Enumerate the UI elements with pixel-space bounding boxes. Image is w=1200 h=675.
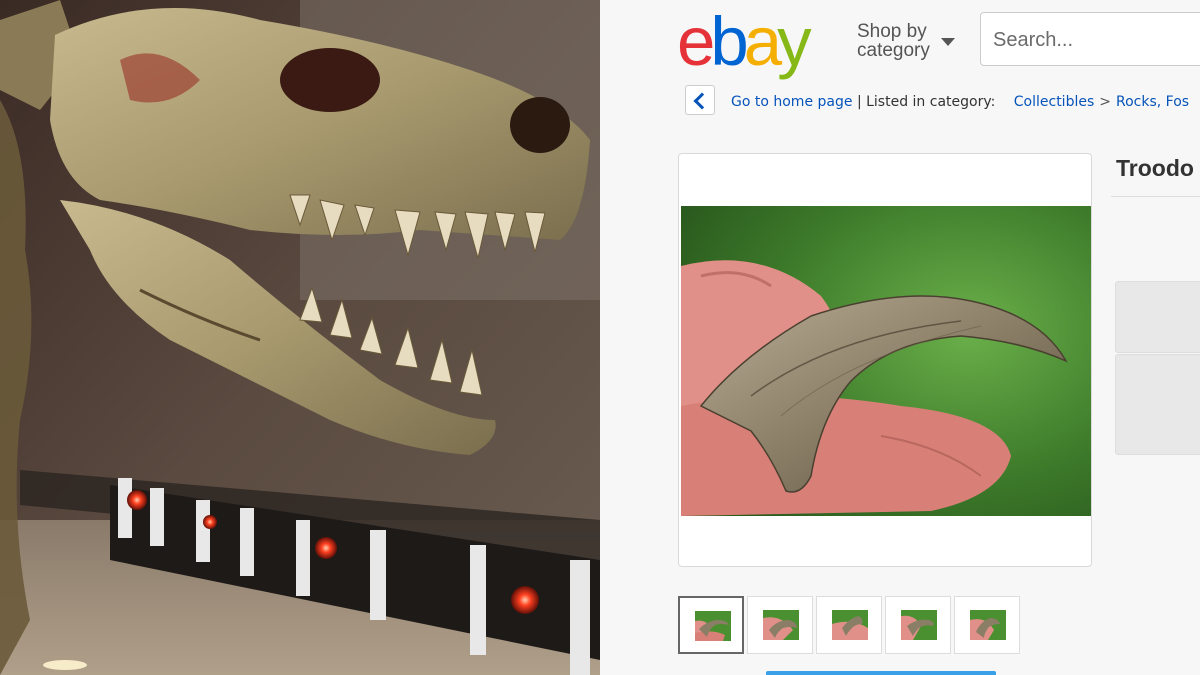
search-box — [980, 12, 1200, 66]
caret-down-icon — [941, 38, 955, 46]
trex-museum-photo — [0, 0, 600, 675]
item-title: Troodo — [1116, 155, 1194, 181]
shop-by-category-button[interactable]: Shop by category — [857, 21, 955, 61]
thumbnail-1[interactable] — [678, 596, 744, 654]
breadcrumb: Go to home page | Listed in category: Co… — [731, 94, 1189, 110]
thumbnail-image — [695, 611, 731, 641]
search-input[interactable] — [991, 25, 1200, 55]
chevron-left-icon — [693, 92, 711, 110]
logo-letter-a: a — [743, 3, 782, 80]
logo-letter-y: y — [777, 3, 811, 80]
thumbnail-image — [832, 610, 868, 640]
action-button-edge[interactable] — [766, 671, 996, 675]
thumbnail-5[interactable] — [954, 596, 1020, 654]
title-divider — [1111, 196, 1200, 197]
breadcrumb-category-collectibles[interactable]: Collectibles — [1014, 94, 1095, 110]
thumbnail-image — [970, 610, 1006, 640]
fossil-claw-photo — [681, 206, 1091, 516]
logo-letter-b: b — [710, 3, 748, 80]
breadcrumb-category-rocks-fossils[interactable]: Rocks, Fos — [1116, 94, 1189, 110]
thumbnail-image — [901, 610, 937, 640]
back-button[interactable] — [685, 85, 715, 115]
thumbnail-4[interactable] — [885, 596, 951, 654]
ebay-listing-page: ebay Shop by category Go to home page | … — [600, 0, 1200, 675]
shop-by-label: Shop by — [857, 21, 927, 42]
logo-letter-e: e — [677, 3, 715, 80]
thumbnail-2[interactable] — [747, 596, 813, 654]
main-product-image[interactable] — [678, 153, 1092, 567]
category-label: category — [857, 40, 930, 61]
trex-skull-illustration — [0, 0, 600, 675]
price-panel — [1115, 281, 1200, 353]
breadcrumb-separator: > — [1099, 94, 1111, 110]
listed-in-category-label: | Listed in category: — [856, 94, 996, 110]
thumbnail-3[interactable] — [816, 596, 882, 654]
home-page-link[interactable]: Go to home page — [731, 94, 852, 110]
ebay-logo[interactable]: ebay — [677, 2, 812, 82]
thumbnail-image — [763, 610, 799, 640]
buy-options-panel — [1115, 354, 1200, 455]
